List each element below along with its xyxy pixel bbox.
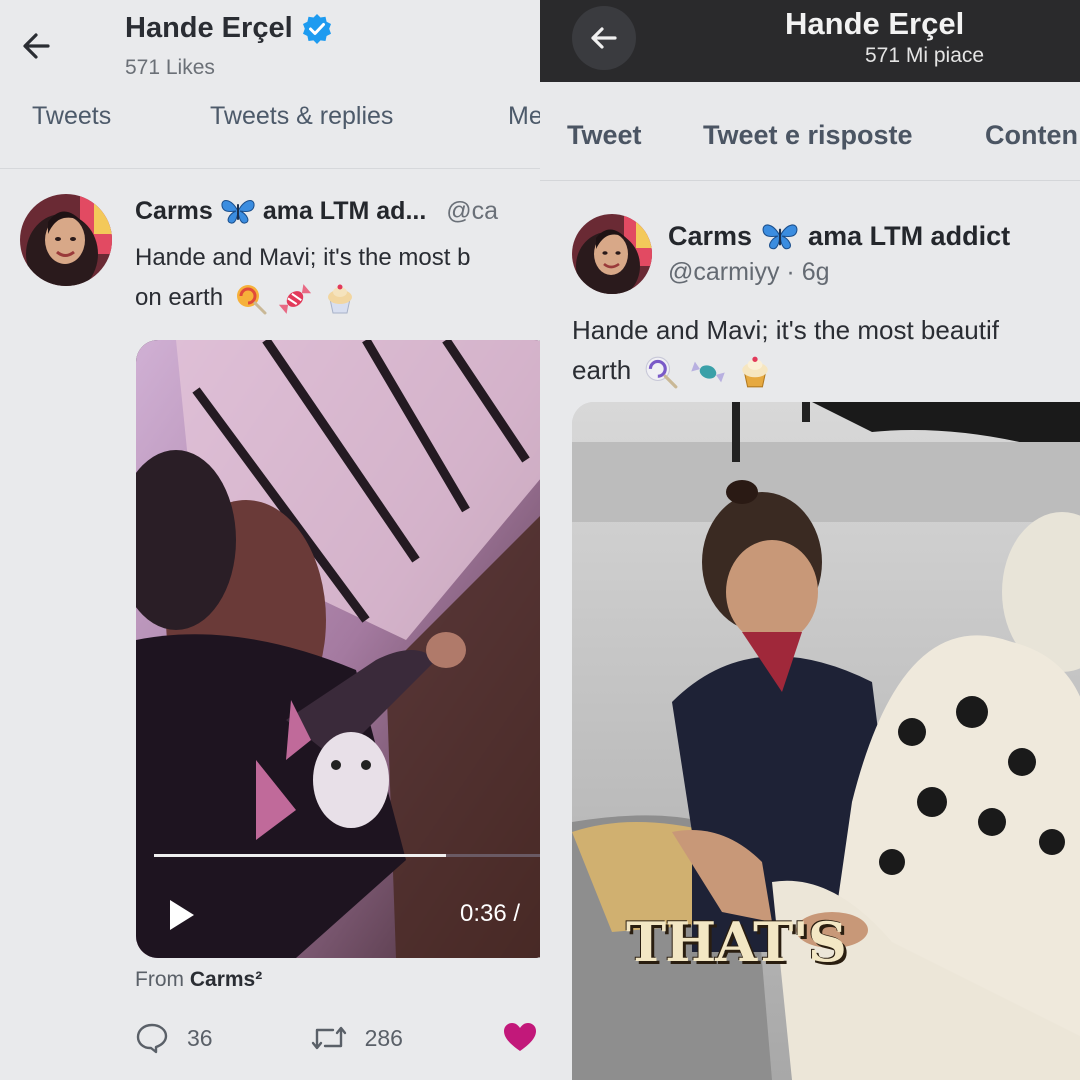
lollipop-icon — [236, 284, 267, 315]
avatar[interactable] — [20, 194, 112, 286]
tweet-author[interactable]: Carms ama LTM addict — [668, 220, 1010, 252]
profile-header: Hande Erçel 571 Likes — [0, 0, 540, 96]
cupcake-icon — [328, 284, 353, 314]
butterfly-icon — [762, 224, 798, 250]
profile-likes-count: 571 Likes — [125, 56, 215, 79]
tweet-actions: 36 286 — [135, 1022, 537, 1054]
tweet-text: Hande and Mavi; it's the most b on earth — [135, 238, 540, 318]
verified-badge-icon — [302, 13, 331, 44]
left-screenshot: Hande Erçel 571 Likes Tweets Tweets & re… — [0, 0, 540, 1080]
image-caption: THAT'S — [626, 910, 847, 974]
tab-tweets[interactable]: Tweets — [32, 102, 111, 131]
right-screenshot: Hande Erçel 571 Mi piace Tweet Tweet e r… — [540, 0, 1080, 1080]
tweet-text: Hande and Mavi; it's the most beautif ea… — [572, 310, 1080, 390]
retweet-count: 286 — [364, 1024, 403, 1051]
back-arrow-icon[interactable] — [18, 26, 58, 66]
tweet-video[interactable]: 0:36 / — [136, 340, 540, 958]
tab-tweets-replies[interactable]: Tweets & replies — [210, 102, 393, 131]
tab-contenuti[interactable]: Conten — [985, 120, 1078, 151]
profile-title: Hande Erçel — [125, 12, 333, 45]
tweet-author[interactable]: Carms ama LTM ad... @ca — [135, 196, 498, 226]
play-icon[interactable] — [166, 898, 196, 932]
profile-header: Hande Erçel 571 Mi piace — [540, 0, 1080, 82]
profile-likes-count: 571 Mi piace — [865, 44, 985, 67]
butterfly-icon — [221, 200, 255, 224]
profile-tabs: Tweet Tweet e risposte Conten — [540, 100, 1080, 181]
reply-count: 36 — [187, 1024, 213, 1051]
candy-icon — [279, 283, 312, 314]
photo — [572, 402, 1080, 1080]
tweet-source: From Carms² — [135, 968, 263, 991]
tweet-handle: @ca — [446, 196, 499, 225]
cupcake-icon — [742, 356, 768, 388]
tab-tweet-risposte[interactable]: Tweet e risposte — [703, 120, 913, 151]
reply-icon[interactable] — [135, 1022, 169, 1054]
profile-tabs: Tweets Tweets & replies Me — [0, 96, 540, 169]
tab-media[interactable]: Me — [508, 102, 540, 131]
video-frame — [136, 340, 540, 958]
video-time: 0:36 / — [460, 900, 521, 927]
tweet-image[interactable]: THAT'S — [572, 402, 1080, 1080]
lollipop-icon — [645, 356, 677, 389]
retweet-icon[interactable] — [309, 1023, 349, 1053]
tab-tweet[interactable]: Tweet — [567, 120, 642, 151]
candy-icon — [690, 361, 725, 383]
tweet-handle: @carmiyy · 6g — [668, 258, 830, 286]
avatar[interactable] — [572, 214, 652, 294]
source-account-link[interactable]: Carms² — [190, 968, 262, 991]
profile-title: Hande Erçel — [785, 6, 965, 41]
heart-icon[interactable] — [503, 1023, 537, 1053]
